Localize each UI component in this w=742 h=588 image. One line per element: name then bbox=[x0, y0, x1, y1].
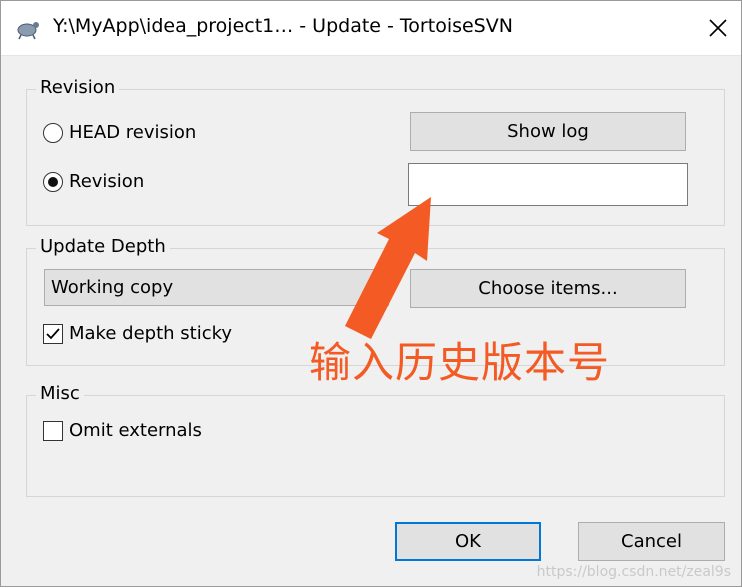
tortoise-icon bbox=[17, 22, 39, 40]
revision-label: Revision bbox=[69, 171, 145, 192]
omit-externals-label: Omit externals bbox=[69, 420, 202, 441]
revision-legend: Revision bbox=[36, 77, 120, 98]
head-revision-radio[interactable] bbox=[43, 122, 63, 143]
head-revision-label: HEAD revision bbox=[69, 122, 197, 143]
watermark: https://blog.csdn.net/zeal9s bbox=[536, 564, 731, 580]
misc-group bbox=[26, 395, 725, 497]
depth-legend: Update Depth bbox=[36, 236, 170, 257]
omit-externals-checkbox[interactable] bbox=[43, 420, 63, 441]
close-icon[interactable] bbox=[707, 17, 729, 39]
window-title: Y:\MyApp\idea_project1… - Update - Torto… bbox=[53, 15, 513, 37]
revision-input[interactable] bbox=[408, 163, 688, 206]
depth-select[interactable]: Working copy bbox=[44, 269, 389, 306]
checkmark-icon bbox=[46, 327, 60, 339]
ok-button[interactable]: OK bbox=[395, 522, 541, 561]
revision-option[interactable]: Revision bbox=[43, 171, 144, 192]
title-bar: Y:\MyApp\idea_project1… - Update - Torto… bbox=[1, 1, 741, 56]
make-depth-sticky-label: Make depth sticky bbox=[69, 323, 233, 344]
head-revision-option[interactable]: HEAD revision bbox=[43, 122, 196, 143]
choose-items-button[interactable]: Choose items... bbox=[410, 269, 686, 308]
show-log-button[interactable]: Show log bbox=[410, 112, 686, 151]
update-dialog: Y:\MyApp\idea_project1… - Update - Torto… bbox=[0, 0, 742, 587]
cancel-button[interactable]: Cancel bbox=[578, 522, 725, 561]
make-depth-sticky-option[interactable]: Make depth sticky bbox=[43, 323, 232, 344]
misc-legend: Misc bbox=[36, 383, 84, 404]
revision-radio[interactable] bbox=[43, 171, 63, 192]
omit-externals-option[interactable]: Omit externals bbox=[43, 420, 202, 441]
annotation-text: 输入历史版本号 bbox=[309, 338, 611, 387]
make-depth-sticky-checkbox[interactable] bbox=[43, 323, 63, 344]
